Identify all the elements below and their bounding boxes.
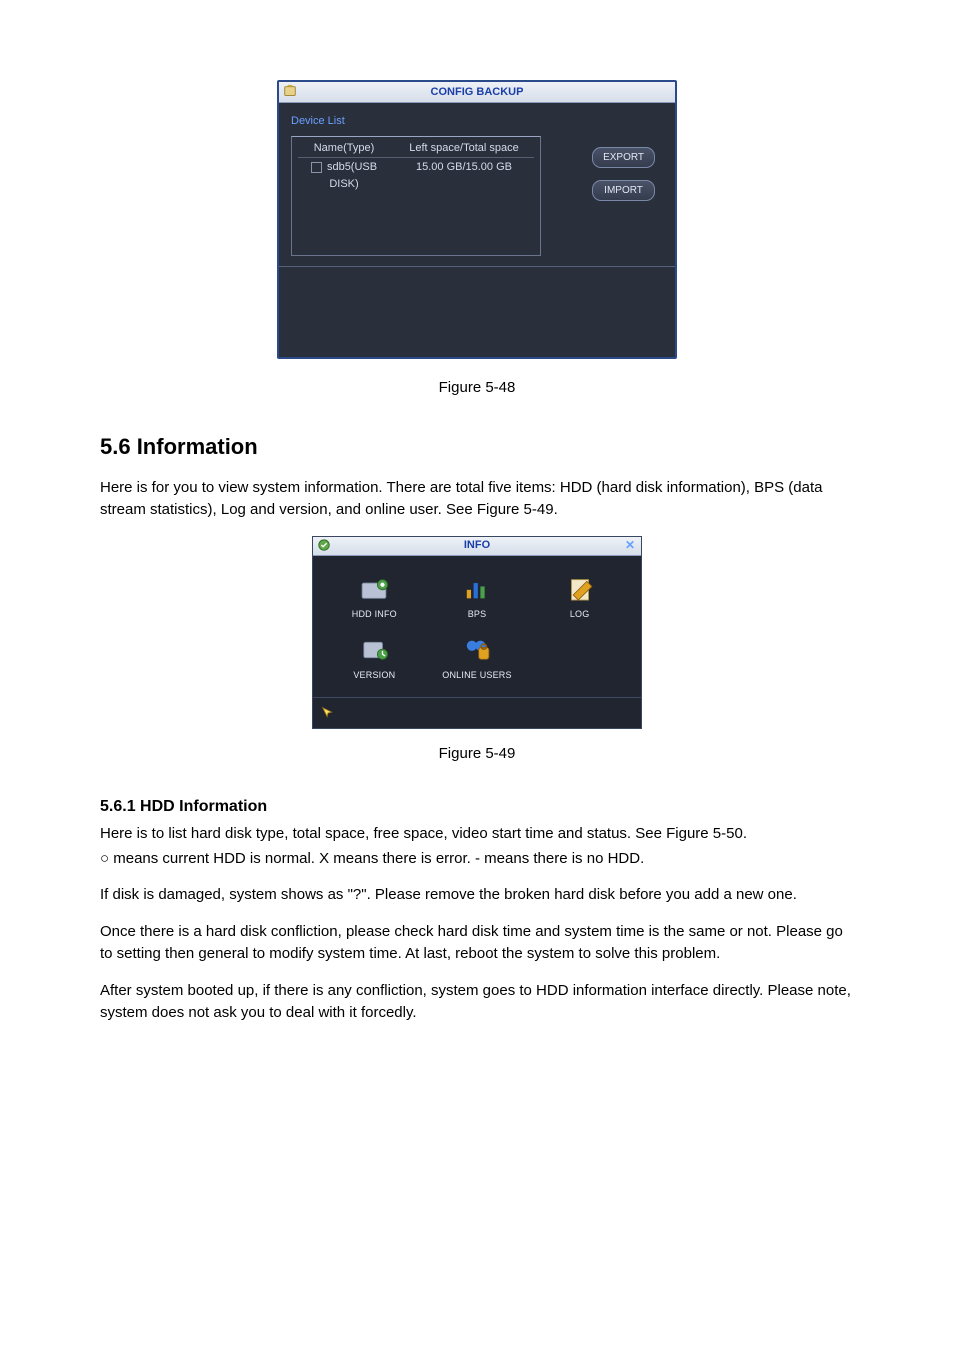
config-backup-icon — [283, 84, 297, 98]
menu-version[interactable]: VERSION — [323, 629, 426, 691]
menu-bps[interactable]: BPS — [426, 568, 529, 630]
log-icon — [563, 574, 597, 604]
version-icon — [357, 635, 391, 665]
export-button[interactable]: EXPORT — [592, 147, 655, 168]
section-5-6-intro: Here is for you to view system informati… — [100, 477, 854, 522]
online-users-icon — [460, 635, 494, 665]
table-row[interactable]: sdb5(USB DISK) 15.00 GB/15.00 GB — [298, 158, 534, 193]
row-checkbox[interactable] — [311, 162, 322, 173]
import-button[interactable]: IMPORT — [592, 180, 655, 201]
info-icon — [317, 538, 331, 552]
dialog-titlebar: CONFIG BACKUP — [279, 82, 675, 103]
info-grid: HDD INFO BPS LOG VERSION — [313, 556, 641, 697]
info-titlebar: INFO ✕ — [313, 537, 641, 556]
menu-label: BPS — [468, 608, 487, 622]
empty-cell — [528, 629, 631, 691]
row-space: 15.00 GB/15.00 GB — [394, 159, 534, 192]
figure-caption-549: Figure 5-49 — [100, 743, 854, 766]
config-backup-dialog: CONFIG BACKUP Device List Name(Type) Lef… — [277, 80, 677, 359]
section-heading-5-6-1: 5.6.1 HDD Information — [100, 795, 854, 819]
sec561-p4: Once there is a hard disk confliction, p… — [100, 921, 854, 966]
side-buttons: EXPORT IMPORT — [592, 147, 655, 201]
col-name-header: Name(Type) — [298, 140, 390, 157]
menu-label: ONLINE USERS — [442, 669, 511, 683]
sec561-p1: Here is to list hard disk type, total sp… — [100, 823, 854, 846]
menu-online-users[interactable]: ONLINE USERS — [426, 629, 529, 691]
info-title: INFO — [464, 537, 490, 554]
row-name: sdb5(USB DISK) — [327, 161, 377, 190]
device-list: Name(Type) Left space/Total space sdb5(U… — [291, 136, 541, 256]
dialog-title: CONFIG BACKUP — [431, 84, 524, 101]
sec561-p2: ○ means current HDD is normal. X means t… — [100, 848, 854, 871]
menu-label: HDD INFO — [352, 608, 397, 622]
info-dialog: INFO ✕ HDD INFO BPS LOG — [312, 536, 642, 729]
sec561-p3: If disk is damaged, system shows as "?".… — [100, 884, 854, 907]
menu-label: VERSION — [353, 669, 395, 683]
bps-icon — [460, 574, 494, 604]
menu-label: LOG — [570, 608, 590, 622]
row-name-cell: sdb5(USB DISK) — [298, 159, 390, 192]
figure-caption-548: Figure 5-48 — [100, 377, 854, 400]
section-heading-5-6: 5.6 Information — [100, 430, 854, 463]
device-list-label: Device List — [291, 113, 663, 130]
dialog-body: Device List Name(Type) Left space/Total … — [279, 103, 675, 357]
cursor-icon — [321, 706, 335, 720]
info-footer — [313, 697, 641, 728]
menu-log[interactable]: LOG — [528, 568, 631, 630]
close-icon[interactable]: ✕ — [625, 539, 637, 551]
col-space-header: Left space/Total space — [394, 140, 534, 157]
device-list-header: Name(Type) Left space/Total space — [298, 139, 534, 159]
menu-hdd-info[interactable]: HDD INFO — [323, 568, 426, 630]
hdd-info-icon — [357, 574, 391, 604]
sec561-p5: After system booted up, if there is any … — [100, 980, 854, 1025]
